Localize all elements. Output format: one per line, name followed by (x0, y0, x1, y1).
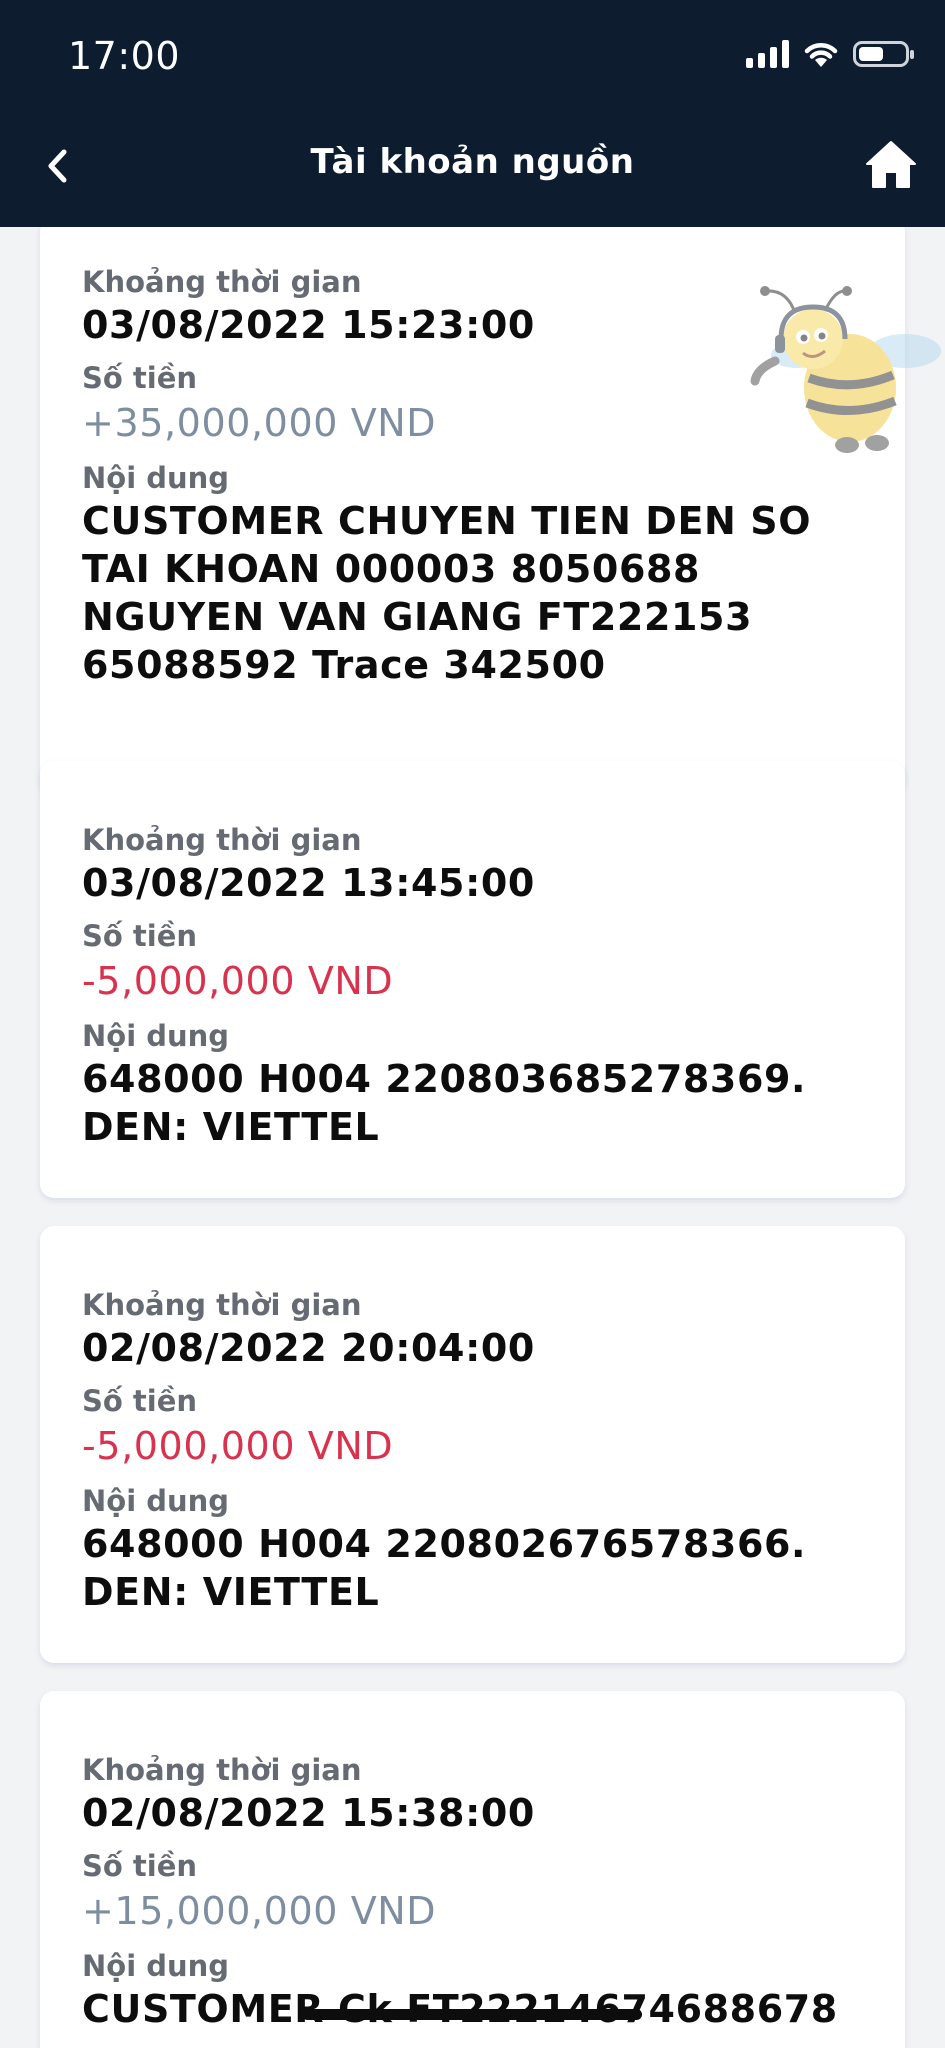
amount-label: Số tiền (82, 919, 198, 953)
amount-label: Số tiền (82, 1384, 198, 1418)
transaction-amount: -5,000,000 VND (82, 1424, 394, 1468)
content-label: Nội dung (82, 1484, 230, 1518)
transaction-card[interactable]: Khoảng thời gian 02/08/2022 15:38:00 Số … (40, 1691, 905, 2048)
bee-mascot-icon (750, 286, 941, 453)
home-button[interactable] (861, 134, 921, 194)
time-label: Khoảng thời gian (82, 823, 362, 857)
content-label: Nội dung (82, 461, 230, 495)
transaction-amount: +15,000,000 VND (82, 1889, 437, 1933)
transaction-amount: -5,000,000 VND (82, 959, 394, 1003)
transaction-content: 648000 H004 220802676578366. DEN: VIETTE… (82, 1522, 820, 1614)
transaction-list[interactable]: Khoảng thời gian 03/08/2022 15:23:00 Số … (0, 227, 945, 2048)
nav-bar: Tài khoản nguồn (0, 120, 945, 210)
battery-icon (853, 41, 914, 67)
page-title: Tài khoản nguồn (310, 142, 635, 182)
transaction-content: CUSTOMER CHUYEN TIEN DEN SO TAI KHOAN 00… (82, 499, 825, 687)
home-indicator (302, 2009, 642, 2020)
amount-label: Số tiền (82, 1849, 198, 1883)
home-icon (866, 141, 916, 188)
time-label: Khoảng thời gian (82, 1288, 362, 1322)
cellular-signal-icon (746, 40, 789, 68)
status-time: 17:00 (68, 34, 181, 78)
transaction-datetime: 02/08/2022 20:04:00 (82, 1326, 535, 1370)
time-label: Khoảng thời gian (82, 1753, 362, 1787)
transaction-datetime: 03/08/2022 13:45:00 (82, 861, 535, 905)
transaction-datetime: 02/08/2022 15:38:00 (82, 1791, 535, 1835)
transaction-card[interactable]: Khoảng thời gian 02/08/2022 20:04:00 Số … (40, 1226, 905, 1663)
content-label: Nội dung (82, 1949, 230, 1983)
status-icons (746, 40, 914, 68)
app-header: 17:00 Tài khoản nguồn (0, 0, 945, 227)
content-label: Nội dung (82, 1019, 230, 1053)
transaction-card[interactable]: Khoảng thời gian 03/08/2022 13:45:00 Số … (40, 761, 905, 1198)
transaction-content: 648000 H004 220803685278369. DEN: VIETTE… (82, 1057, 820, 1149)
wifi-icon (804, 43, 838, 67)
